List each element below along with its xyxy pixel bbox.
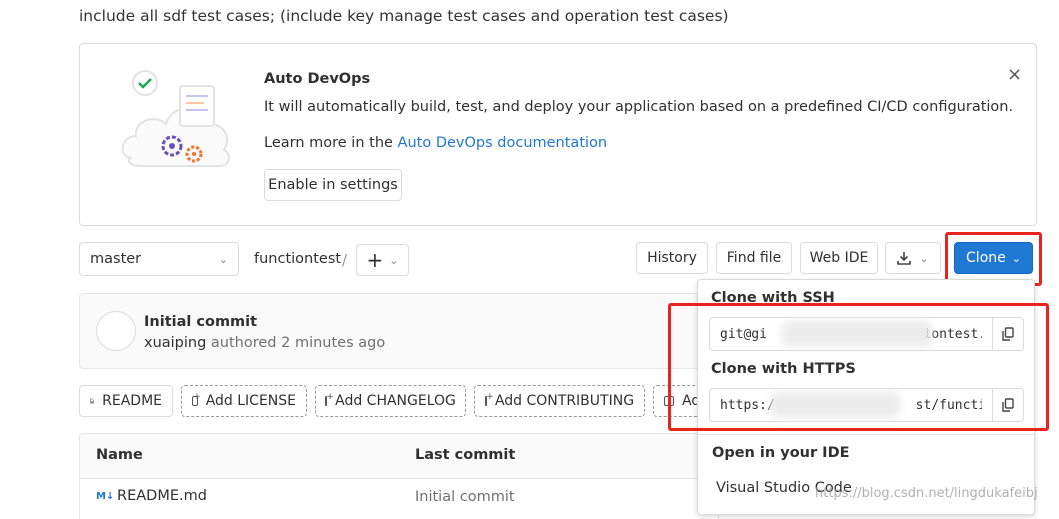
- branch-name: master: [90, 251, 142, 267]
- commit-title[interactable]: Initial commit: [144, 314, 257, 330]
- find-file-button[interactable]: Find file: [716, 242, 792, 274]
- auto-devops-docs-link[interactable]: Auto DevOps documentation: [398, 135, 608, 151]
- branch-selector[interactable]: master ⌄: [79, 242, 239, 276]
- highlight-box-clone-urls: [668, 303, 1049, 431]
- download-icon: [897, 252, 912, 265]
- plus-square-icon: [484, 392, 494, 406]
- project-description: include all sdf test cases; (include key…: [79, 7, 729, 25]
- last-commit-card: Initial commit xuaiping authored 2 minut…: [79, 293, 739, 369]
- plus-square-icon: [325, 392, 334, 406]
- auto-devops-title: Auto DevOps: [264, 71, 371, 87]
- web-ide-button[interactable]: Web IDE: [800, 242, 878, 274]
- breadcrumb-separator: /: [342, 251, 348, 269]
- learn-more-prefix: Learn more in the: [264, 135, 398, 151]
- chevron-down-icon: ⌄: [919, 251, 929, 265]
- commit-time: authored 2 minutes ago: [206, 335, 386, 351]
- file-name[interactable]: README.md: [117, 488, 207, 504]
- plus-square-icon: [192, 392, 201, 406]
- file-last-commit[interactable]: Initial commit: [415, 489, 515, 505]
- readme-label: README: [102, 393, 162, 409]
- add-contributing-label: Add CONTRIBUTING: [494, 393, 635, 409]
- auto-devops-learn-more: Learn more in the Auto DevOps documentat…: [264, 135, 607, 151]
- open-in-ide-title: Open in your IDE: [712, 445, 850, 461]
- add-changelog-label: Add CHANGELOG: [335, 393, 456, 409]
- file-icon: [90, 398, 95, 404]
- file-table-header: Name Last commit: [79, 433, 719, 479]
- table-row[interactable]: M↓ README.md Initial commit: [79, 479, 719, 519]
- add-license-label: Add LICENSE: [205, 393, 296, 409]
- project-breadcrumb[interactable]: functiontest: [254, 251, 341, 267]
- auto-devops-illustration: [121, 70, 230, 167]
- readme-button[interactable]: README: [79, 385, 173, 417]
- plus-icon: +: [366, 248, 384, 272]
- add-file-dropdown-button[interactable]: + ⌄: [356, 244, 409, 276]
- download-button[interactable]: ⌄: [885, 242, 941, 274]
- avatar[interactable]: [96, 311, 136, 351]
- markdown-icon: M↓: [96, 491, 115, 502]
- auto-devops-text: It will automatically build, test, and d…: [264, 99, 1014, 115]
- column-header-name: Name: [96, 447, 143, 463]
- commit-author[interactable]: xuaiping: [144, 335, 206, 351]
- auto-devops-banner: Auto DevOps It will automatically build,…: [79, 43, 1037, 226]
- add-contributing-button[interactable]: Add CONTRIBUTING: [474, 385, 645, 417]
- close-icon[interactable]: ×: [1007, 64, 1022, 85]
- add-changelog-button[interactable]: Add CHANGELOG: [315, 385, 466, 417]
- commit-author-line: xuaiping authored 2 minutes ago: [144, 335, 385, 351]
- enable-in-settings-button[interactable]: Enable in settings: [264, 169, 402, 201]
- chevron-down-icon: ⌄: [218, 252, 228, 266]
- dropdown-divider: [698, 434, 1034, 435]
- column-header-last-commit: Last commit: [415, 447, 516, 463]
- highlight-box-clone: [945, 232, 1042, 286]
- chevron-down-icon: ⌄: [389, 253, 399, 267]
- add-license-button[interactable]: Add LICENSE: [181, 385, 307, 417]
- watermark: https://blog.csdn.net/lingdukafeibj: [815, 486, 1038, 501]
- history-button[interactable]: History: [636, 242, 708, 274]
